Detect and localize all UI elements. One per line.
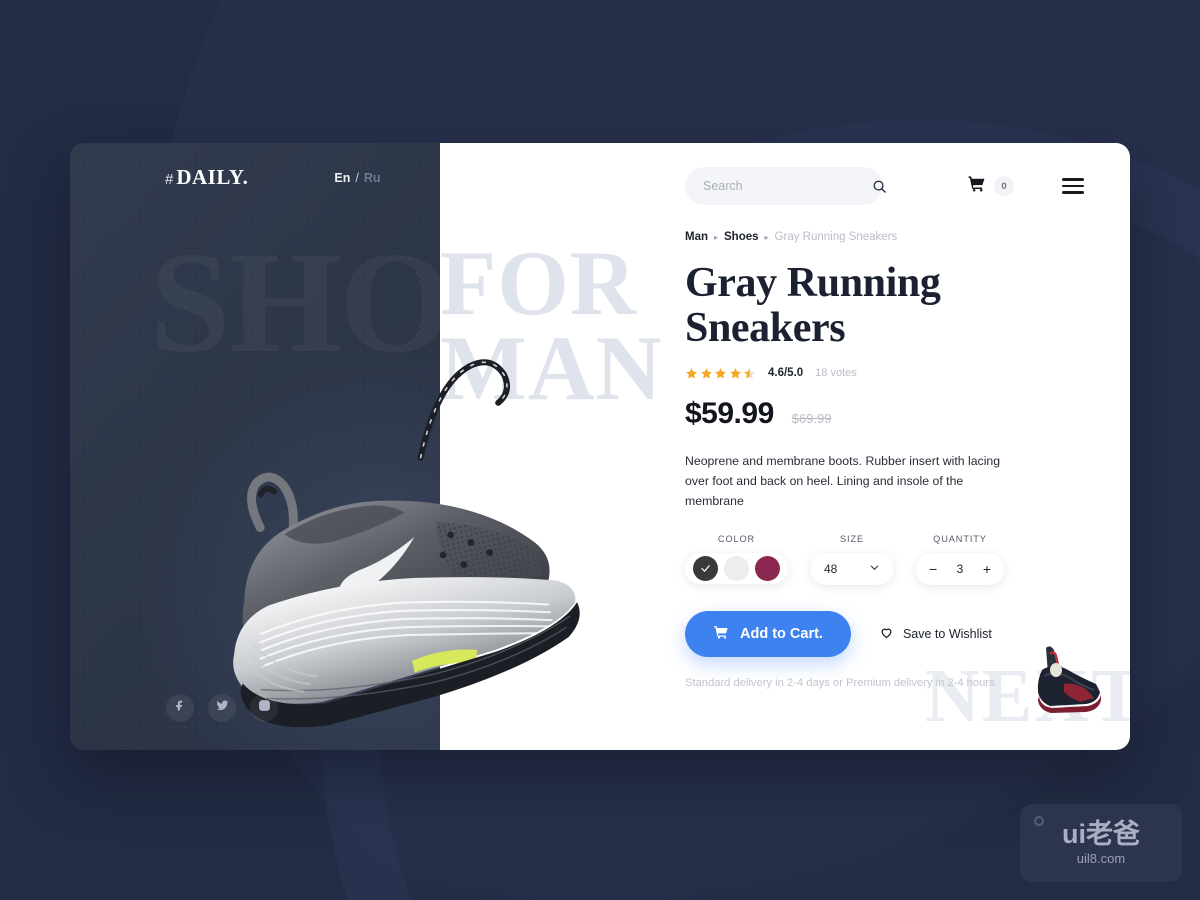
size-option: SIZE 48 [810,534,894,585]
product-options: COLOR SIZE 48 QUANTITY − 3 + [685,534,1045,585]
search-box[interactable] [685,167,886,205]
watermark-domain: uil8.com [1076,850,1126,866]
breadcrumb-item-shoes[interactable]: Shoes [724,231,759,243]
search-input[interactable] [703,179,864,193]
quantity-label: QUANTITY [933,533,987,544]
quantity-increment-button[interactable]: + [983,562,991,576]
size-select[interactable]: 48 [810,552,894,585]
language-ru[interactable]: Ru [364,171,381,185]
logo-word: DAILY. [176,165,249,189]
cart-group[interactable]: 0 [967,174,1014,198]
menu-bar-1 [1062,178,1084,181]
cart-count-badge: 0 [994,176,1014,196]
product-detail-panel: FORMAN NEXT 0 [440,143,1130,750]
breadcrumb-arrow-icon: ▸ [764,232,769,242]
watermark-for-man: FOR MAN [440,232,663,419]
rating-score: 4.6/5.0 [768,367,804,380]
star-icon [729,367,741,379]
top-bar: 0 [685,165,1092,207]
menu-bar-3 [1062,191,1084,194]
cta-row: Add to Cart. Save to Wishlist [685,610,1045,657]
star-icon-half [744,367,755,379]
search-icon[interactable] [872,179,887,194]
logo[interactable]: # DAILY. [165,165,248,190]
chevron-down-icon [869,562,880,575]
color-swatch-dark[interactable] [693,555,718,581]
facebook-icon [174,699,187,717]
language-separator: / [355,170,359,185]
breadcrumb-arrow-icon: ▸ [714,232,719,242]
social-link-instagram[interactable] [250,694,278,722]
price-current: $59.99 [685,396,774,430]
star-rating [685,367,756,380]
add-to-cart-button[interactable]: Add to Cart. [685,610,851,657]
quantity-option: QUANTITY − 3 + [916,534,1004,585]
page-title: Gray Running Sneakers [685,260,941,351]
size-value: 48 [824,561,838,576]
breadcrumb-item-current: Gray Running Sneakers [774,231,898,243]
size-label: SIZE [839,533,865,544]
quantity-stepper[interactable]: − 3 + [916,552,1004,585]
add-to-cart-label: Add to Cart. [740,625,823,642]
color-label: COLOR [717,533,756,544]
watermark-mark: ui老爸 [1062,818,1140,849]
product-description: Neoprene and membrane boots. Rubber inse… [685,453,1001,509]
product-image-panel: SHOES # DAILY. En / Ru [70,143,440,750]
quantity-value: 3 [956,561,964,576]
price-row: $59.99 $69.99 [685,397,1045,431]
star-icon [715,367,726,379]
rating-row: 4.6/5.0 18 votes [685,367,1045,380]
quantity-decrement-button[interactable]: − [929,562,937,576]
save-to-wishlist-button[interactable]: Save to Wishlist [879,625,992,643]
star-icon [686,367,697,379]
color-option: COLOR [685,534,788,585]
star-icon [700,367,712,379]
cart-icon [713,624,729,644]
product-card: SHOES # DAILY. En / Ru [70,143,1130,750]
twitter-icon [216,699,229,717]
price-original: $69.99 [791,410,832,426]
breadcrumb-item-man[interactable]: Man [685,231,708,243]
instagram-icon [258,699,271,717]
social-link-twitter[interactable] [208,694,236,722]
social-links [166,694,278,722]
breadcrumb: Man ▸ Shoes ▸ Gray Running Sneakers [685,231,1045,243]
menu-icon[interactable] [1062,178,1084,194]
check-icon [701,564,710,572]
heart-icon [879,625,894,643]
language-switcher[interactable]: En / Ru [334,171,380,185]
wishlist-label: Save to Wishlist [902,626,992,641]
watermark-dot-icon [1034,816,1044,826]
cart-icon[interactable] [967,174,986,198]
rating-votes: 18 votes [815,367,857,380]
menu-bar-2 [1062,184,1084,188]
brand-row: # DAILY. En / Ru [165,165,440,190]
product-content: Man ▸ Shoes ▸ Gray Running Sneakers Gray… [685,231,1045,689]
color-swatch-light[interactable] [724,555,749,581]
watermark-shoes: SHOES [150,231,440,376]
logo-hash: # [165,171,174,188]
watermark-tag: ui老爸 uil8.com [1020,804,1182,882]
social-link-facebook[interactable] [166,694,194,722]
delivery-note: Standard delivery in 2-4 days or Premium… [685,676,995,689]
language-en[interactable]: En [334,171,350,185]
color-swatches [685,552,788,584]
color-swatch-maroon[interactable] [755,555,780,581]
